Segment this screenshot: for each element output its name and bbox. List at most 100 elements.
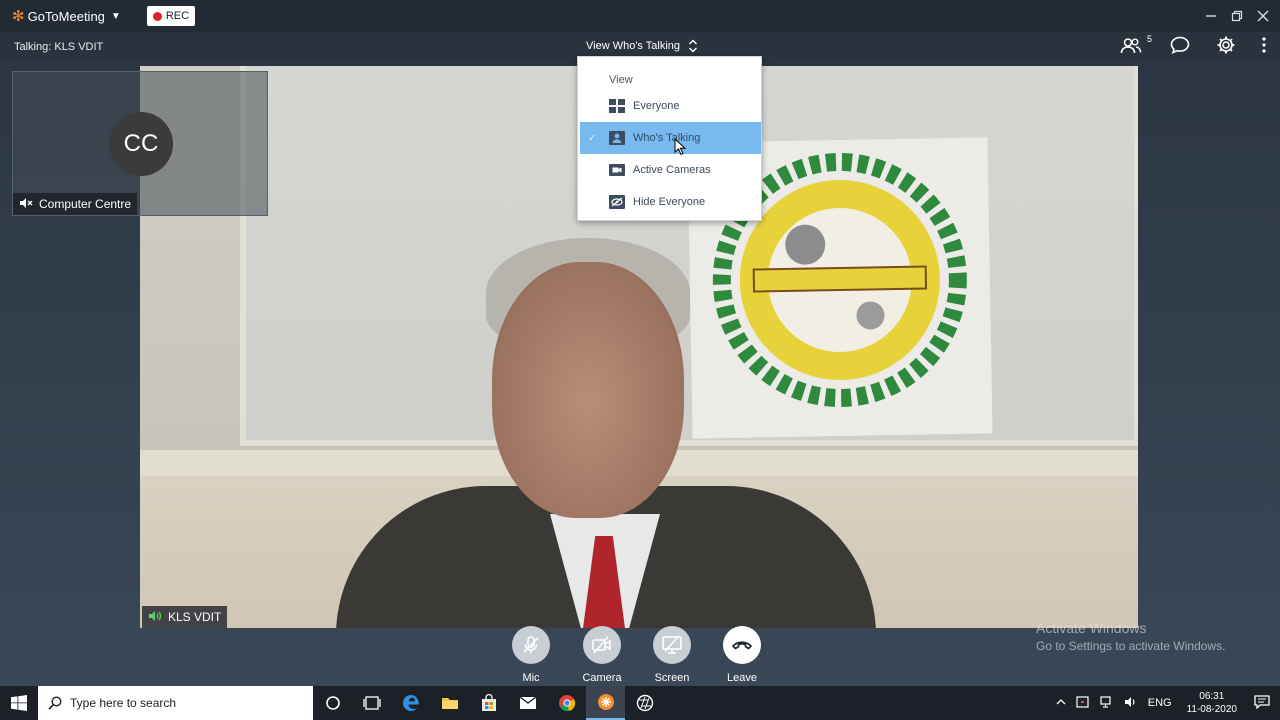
window-controls xyxy=(1204,0,1270,32)
leave-button[interactable] xyxy=(723,626,761,664)
activate-title: Activate Windows xyxy=(1036,620,1147,636)
leave-control[interactable]: Leave xyxy=(712,626,772,684)
view-menu-header: View xyxy=(609,74,633,86)
caret-down-icon: ▼ xyxy=(110,10,121,22)
menu-item-hide-everyone[interactable]: Hide Everyone xyxy=(580,186,761,218)
folder-icon xyxy=(441,698,458,709)
leave-label: Leave xyxy=(727,672,757,684)
taskbar-chrome[interactable] xyxy=(547,686,586,720)
speaking-volume-icon xyxy=(148,610,162,625)
attendees-button[interactable]: 5 xyxy=(1120,34,1152,57)
title-bar: ✻ GoToMeeting ▼ REC xyxy=(0,0,1280,32)
menu-item-label: Active Cameras xyxy=(633,164,711,176)
view-dropdown-menu: View Everyone ✓ Who's Talking Active Cam… xyxy=(577,56,762,221)
screen-control[interactable]: Screen xyxy=(642,626,702,684)
checkmark-icon: ✓ xyxy=(588,132,597,144)
mouse-pointer-icon xyxy=(674,138,687,156)
hang-up-phone-icon xyxy=(732,641,752,650)
cortana-circle-icon xyxy=(325,696,340,710)
tray-chevron-up-icon[interactable] xyxy=(1056,697,1066,709)
speaker-face xyxy=(492,262,684,518)
talking-status: Talking: KLS VDIT xyxy=(14,41,104,53)
avatar: CC xyxy=(109,112,173,176)
mic-label: Mic xyxy=(522,672,540,684)
mic-off-icon xyxy=(523,636,539,653)
more-options-icon[interactable] xyxy=(1262,36,1266,58)
rec-label: REC xyxy=(165,10,190,22)
menu-item-label: Who's Talking xyxy=(633,132,701,144)
taskbar-file-explorer[interactable] xyxy=(430,686,469,720)
people-icon xyxy=(1120,38,1142,54)
menu-item-active-cameras[interactable]: Active Cameras xyxy=(580,154,761,186)
speaker-name: KLS VDIT xyxy=(168,610,222,624)
tray-network-icon[interactable] xyxy=(1100,695,1114,711)
edge-browser-icon xyxy=(402,695,419,711)
muted-speaker-icon xyxy=(19,197,33,212)
gotomeeting-app-icon xyxy=(597,694,614,710)
view-selector-label: View Who's Talking xyxy=(586,40,681,52)
record-dot-icon xyxy=(152,11,162,21)
person-icon xyxy=(609,131,625,145)
taskbar-edge[interactable] xyxy=(391,686,430,720)
close-icon[interactable] xyxy=(1256,9,1270,23)
system-tray: ENG 06:31 11-08-2020 xyxy=(1051,686,1280,720)
mail-icon xyxy=(519,696,536,709)
mic-button[interactable] xyxy=(512,626,550,664)
tray-volume-icon[interactable] xyxy=(1124,696,1138,711)
search-icon xyxy=(48,696,62,710)
task-view-icon xyxy=(362,696,381,710)
app-brand: GoToMeeting xyxy=(27,8,105,24)
start-button[interactable] xyxy=(0,686,38,720)
chrome-browser-icon xyxy=(558,695,575,712)
restore-icon[interactable] xyxy=(1230,9,1244,23)
taskbar-search[interactable] xyxy=(38,686,313,720)
attendee-count: 5 xyxy=(1146,34,1152,44)
hide-eye-icon xyxy=(609,195,625,209)
cortana-button[interactable] xyxy=(313,686,352,720)
taskbar-mail[interactable] xyxy=(508,686,547,720)
menu-item-whos-talking[interactable]: ✓ Who's Talking xyxy=(580,122,761,154)
tray-language[interactable]: ENG xyxy=(1148,697,1172,709)
menu-item-label: Hide Everyone xyxy=(633,196,706,208)
activate-windows-watermark: Activate Windows Go to Settings to activ… xyxy=(1036,620,1225,653)
task-view-button[interactable] xyxy=(352,686,391,720)
search-input[interactable] xyxy=(70,696,290,710)
aperture-app-icon xyxy=(636,694,653,712)
view-selector[interactable]: View Who's Talking xyxy=(586,39,698,53)
menu-item-label: Everyone xyxy=(633,100,680,112)
camera-button[interactable] xyxy=(583,626,621,664)
tray-battery-alert-icon[interactable] xyxy=(1076,695,1090,711)
action-center-icon[interactable] xyxy=(1254,694,1270,712)
taskbar-app-globe[interactable] xyxy=(625,686,664,720)
minimize-icon[interactable] xyxy=(1204,9,1218,23)
self-view-name: Computer Centre xyxy=(39,197,132,211)
camera-off-icon xyxy=(592,636,611,654)
camera-icon xyxy=(609,163,625,177)
recording-indicator[interactable]: REC xyxy=(146,6,196,26)
activate-subtitle: Go to Settings to activate Windows. xyxy=(1036,639,1226,653)
windows-logo-icon xyxy=(11,695,27,711)
windows-taskbar: ENG 06:31 11-08-2020 xyxy=(0,686,1280,720)
screen-share-off-icon xyxy=(662,635,682,654)
clock-date: 11-08-2020 xyxy=(1186,704,1237,715)
screen-button[interactable] xyxy=(653,626,691,664)
taskbar-clock[interactable]: 06:31 11-08-2020 xyxy=(1187,690,1237,716)
screen-label: Screen xyxy=(654,672,690,684)
self-view-label: Computer Centre xyxy=(13,193,138,215)
taskbar-store[interactable] xyxy=(469,686,508,720)
gotomeeting-logo-icon: ✻ xyxy=(12,8,25,25)
self-view-thumbnail[interactable]: CC Computer Centre xyxy=(12,71,268,216)
store-bag-icon xyxy=(481,694,496,711)
settings-gear-icon[interactable] xyxy=(1216,35,1236,60)
camera-control[interactable]: Camera xyxy=(572,626,632,684)
mic-control[interactable]: Mic xyxy=(501,626,561,684)
camera-label: Camera xyxy=(582,672,622,684)
menu-item-everyone[interactable]: Everyone xyxy=(580,90,761,122)
app-menu[interactable]: ✻ GoToMeeting ▼ xyxy=(12,7,121,25)
chat-icon[interactable] xyxy=(1170,36,1190,59)
updown-chevron-icon xyxy=(688,39,698,53)
clock-time: 06:31 xyxy=(1199,691,1225,702)
taskbar-gotomeeting[interactable] xyxy=(586,686,625,720)
header-actions: 5 xyxy=(1120,34,1266,60)
grid-icon xyxy=(609,99,625,113)
